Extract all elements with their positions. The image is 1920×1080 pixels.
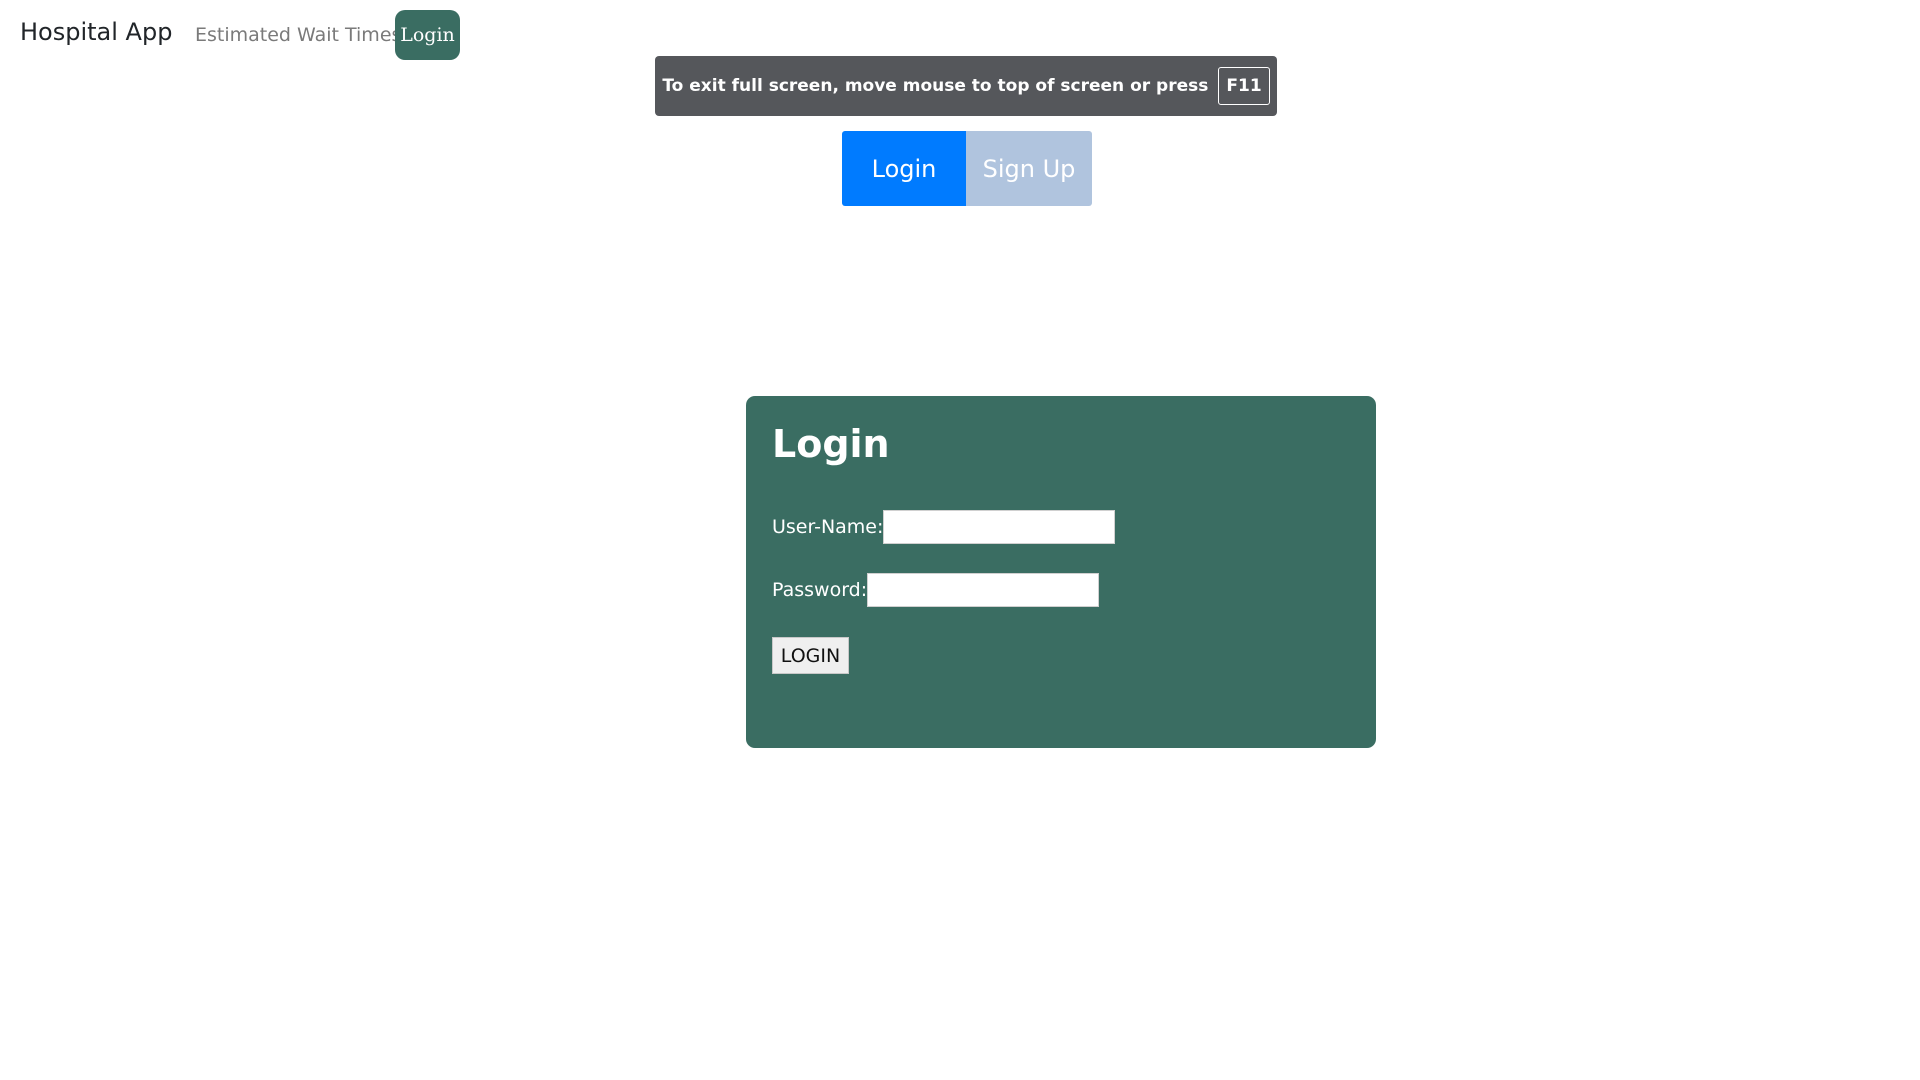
password-label: Password:: [772, 579, 868, 601]
fullscreen-notice-text: To exit full screen, move mouse to top o…: [662, 76, 1209, 96]
username-row: User-Name:: [772, 510, 1116, 544]
auth-mode-toggle: Login Sign Up: [842, 131, 1092, 206]
nav-login-button[interactable]: Login: [395, 10, 460, 60]
toggle-login-button[interactable]: Login: [842, 131, 966, 206]
username-input[interactable]: [883, 510, 1116, 544]
fullscreen-notice: To exit full screen, move mouse to top o…: [655, 56, 1277, 116]
login-card: Login User-Name: Password: LOGIN: [746, 396, 1376, 748]
username-label: User-Name:: [772, 516, 884, 538]
login-submit-button[interactable]: LOGIN: [772, 637, 849, 674]
login-card-title: Login: [772, 422, 890, 466]
page: Hospital App Estimated Wait Times Login …: [0, 0, 1920, 1080]
fullscreen-key-badge: F11: [1218, 67, 1270, 105]
brand-link[interactable]: Hospital App: [20, 18, 172, 46]
nav-link-estimated-wait-times[interactable]: Estimated Wait Times: [195, 24, 401, 46]
password-row: Password:: [772, 573, 1100, 607]
password-input[interactable]: [867, 573, 1100, 607]
toggle-signup-button[interactable]: Sign Up: [966, 131, 1092, 206]
